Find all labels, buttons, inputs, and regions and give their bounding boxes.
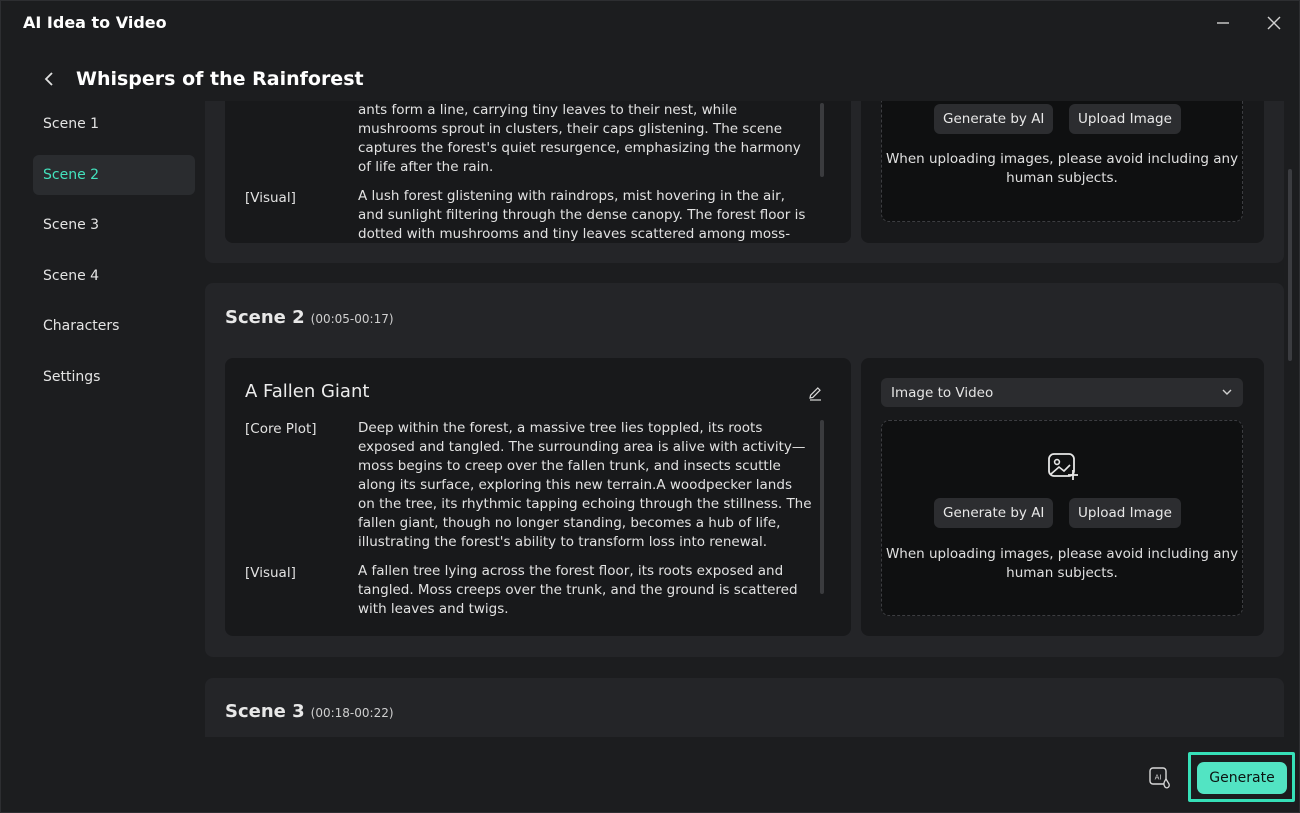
chevron-down-icon xyxy=(1219,384,1235,400)
scene-2-core-label: [Core Plot] xyxy=(245,421,317,437)
sidebar-item-characters[interactable]: Characters xyxy=(33,306,195,346)
scene-2-heading-label: Scene 2 xyxy=(225,307,305,328)
scene-sidebar: Scene 1 Scene 2 Scene 3 Scene 4 Characte… xyxy=(33,104,195,407)
scene-1-image-panel: Generate by AI Upload Image When uploadi… xyxy=(861,101,1264,243)
scene-1-upload-note: When uploading images, please avoid incl… xyxy=(885,151,1239,186)
app-window: AI Idea to Video Whispers of the Rainfor… xyxy=(0,0,1300,813)
scene-2-text-scrollbar[interactable] xyxy=(820,420,824,594)
sidebar-item-settings[interactable]: Settings xyxy=(33,357,195,397)
scene-1-script-panel: ants form a line, carrying tiny leaves t… xyxy=(225,101,851,243)
scene-1-visual-label: [Visual] xyxy=(245,190,296,206)
scene-2-generate-ai-button[interactable]: Generate by AI xyxy=(934,498,1054,528)
page-scrollbar[interactable] xyxy=(1288,169,1292,361)
scene-list[interactable]: ants form a line, carrying tiny leaves t… xyxy=(205,101,1285,737)
scene-1-drop-zone[interactable]: Generate by AI Upload Image When uploadi… xyxy=(881,101,1243,222)
edit-icon[interactable] xyxy=(804,382,826,404)
ai-credits-icon[interactable]: AI xyxy=(1147,765,1173,791)
scene-2-script-panel: A Fallen Giant [Core Plot] Deep within t… xyxy=(225,358,851,636)
svg-text:AI: AI xyxy=(1155,774,1162,782)
scene-1-text-scrollbar[interactable] xyxy=(820,103,824,177)
scene-3-heading-label: Scene 3 xyxy=(225,701,305,722)
scene-3-card: Scene 3 (00:18-00:22) xyxy=(205,678,1284,737)
scene-3-time: (00:18-00:22) xyxy=(310,706,394,720)
generation-mode-value: Image to Video xyxy=(891,385,994,401)
generate-button[interactable]: Generate xyxy=(1197,762,1287,794)
sidebar-item-scene-4[interactable]: Scene 4 xyxy=(33,256,195,296)
scene-1-core-text: ants form a line, carrying tiny leaves t… xyxy=(358,102,801,175)
title-bar: AI Idea to Video xyxy=(1,1,1300,45)
add-image-icon xyxy=(1046,449,1080,483)
close-icon[interactable] xyxy=(1262,11,1286,35)
sidebar-item-scene-1[interactable]: Scene 1 xyxy=(33,104,195,144)
scene-2-title: A Fallen Giant xyxy=(245,381,370,402)
scene-2-heading: Scene 2 (00:05-00:17) xyxy=(225,307,394,328)
scene-2-upload-image-button[interactable]: Upload Image xyxy=(1069,498,1181,528)
back-arrow-icon[interactable] xyxy=(37,67,61,91)
minimize-icon[interactable] xyxy=(1211,11,1235,35)
scene-2-drop-zone[interactable]: Generate by AI Upload Image When uploadi… xyxy=(881,420,1243,616)
scene-2-core-text: Deep within the forest, a massive tree l… xyxy=(358,420,812,550)
scene-2-time: (00:05-00:17) xyxy=(310,312,394,326)
scene-3-heading: Scene 3 (00:18-00:22) xyxy=(225,701,394,722)
generation-mode-select[interactable]: Image to Video xyxy=(881,378,1243,407)
scene-2-card: Scene 2 (00:05-00:17) A Fallen Giant [Cor… xyxy=(205,283,1284,657)
scene-2-visual-label: [Visual] xyxy=(245,565,296,581)
scene-2-upload-note: When uploading images, please avoid incl… xyxy=(885,546,1239,581)
scene-1-upload-image-button[interactable]: Upload Image xyxy=(1069,104,1181,134)
scene-2-image-panel: Image to Video Generate by AI Upload Ima… xyxy=(861,358,1264,636)
sidebar-item-scene-3[interactable]: Scene 3 xyxy=(33,205,195,245)
scene-1-visual-text: A lush forest glistening with raindrops,… xyxy=(358,188,806,242)
scene-1-card: ants form a line, carrying tiny leaves t… xyxy=(205,101,1284,263)
scene-1-generate-ai-button[interactable]: Generate by AI xyxy=(934,104,1054,134)
scene-2-visual-text: A fallen tree lying across the forest fl… xyxy=(358,563,798,617)
app-title: AI Idea to Video xyxy=(23,13,167,32)
sidebar-item-scene-2[interactable]: Scene 2 xyxy=(33,154,195,195)
page-title: Whispers of the Rainforest xyxy=(76,68,364,90)
